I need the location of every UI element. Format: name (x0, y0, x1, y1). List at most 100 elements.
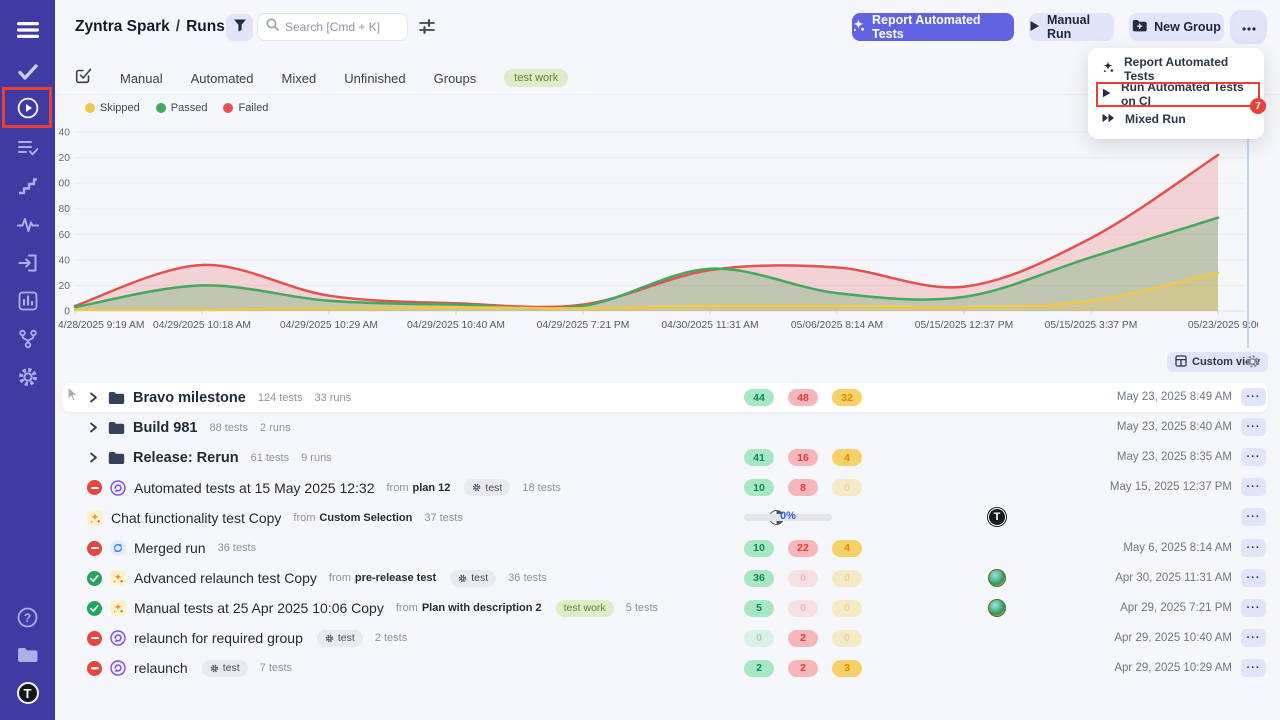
legend-skipped[interactable]: Skipped (85, 102, 140, 114)
skipped-count: 0 (832, 479, 862, 496)
skipped-count: 0 (832, 570, 862, 587)
tab-automated[interactable]: Automated (191, 71, 254, 86)
row-title[interactable]: relaunch (134, 660, 188, 676)
breadcrumb-project[interactable]: Zyntra Spark (75, 18, 170, 35)
help-icon[interactable]: ? (0, 602, 55, 632)
run-row[interactable]: Chat functionality test CopyfromCustom S… (62, 503, 1268, 532)
row-more-button[interactable]: ··· (1241, 478, 1266, 496)
annotation-badge: 7 (1250, 98, 1266, 114)
passed-count: 0 (744, 630, 774, 647)
sidebar: ? T (0, 0, 55, 720)
row-meta: 88 tests (209, 422, 248, 434)
run-row[interactable]: Automated tests at 15 May 2025 12:32from… (62, 473, 1268, 502)
branches-icon[interactable] (0, 324, 55, 354)
more-actions-button[interactable] (1233, 13, 1264, 41)
run-row[interactable]: Manual tests at 25 Apr 2025 10:06 Copyfr… (62, 594, 1268, 623)
report-sparkle-icon (1102, 61, 1114, 76)
run-row[interactable]: relaunchtest7 tests223Apr 29, 2025 10:29… (62, 654, 1268, 683)
tab-unfinished[interactable]: Unfinished (344, 71, 405, 86)
row-tag[interactable]: test (450, 570, 496, 587)
row-main: Merged run36 tests (87, 534, 256, 563)
ellipsis-icon (1242, 20, 1256, 34)
row-more-button[interactable]: ··· (1241, 629, 1266, 647)
skipped-dot-icon (85, 103, 95, 113)
row-more-button[interactable]: ··· (1241, 659, 1266, 677)
row-more-button[interactable]: ··· (1241, 418, 1266, 436)
svg-text:60: 60 (59, 230, 71, 241)
svg-text:140: 140 (58, 128, 70, 139)
row-tests-count: 5 tests (626, 602, 658, 614)
row-more-button[interactable]: ··· (1241, 569, 1266, 587)
row-more-button[interactable]: ··· (1241, 448, 1266, 466)
group-row[interactable]: Bravo milestone124 tests33 runs444832May… (62, 383, 1268, 412)
chevron-right-icon[interactable] (87, 451, 100, 464)
app-logo[interactable]: T (0, 678, 55, 708)
chevron-right-icon[interactable] (87, 421, 100, 434)
row-title[interactable]: Build 981 (133, 420, 197, 436)
passed-count: 36 (744, 570, 774, 587)
play-icon (1029, 20, 1040, 35)
passed-count: 10 (744, 540, 774, 557)
tab-mixed[interactable]: Mixed (282, 71, 317, 86)
row-more-button[interactable]: ··· (1241, 539, 1266, 557)
row-tag[interactable]: test work (556, 600, 614, 617)
chevron-right-icon[interactable] (87, 391, 100, 404)
row-more-button[interactable]: ··· (1241, 599, 1266, 617)
status-failed-icon (87, 661, 102, 676)
row-title[interactable]: Bravo milestone (133, 390, 246, 406)
row-title[interactable]: Release: Rerun (133, 450, 239, 466)
group-folder-icon (108, 421, 125, 435)
breadcrumb: Zyntra Spark/Runs (75, 18, 225, 36)
row-plan-name: pre-release test (355, 572, 436, 584)
manual-run-button[interactable]: Manual Run (1029, 13, 1114, 41)
tab-manual[interactable]: Manual (120, 71, 163, 86)
legend-passed[interactable]: Passed (156, 102, 208, 114)
filter-button[interactable] (226, 14, 253, 41)
row-more-button[interactable]: ··· (1241, 388, 1266, 406)
run-row[interactable]: relaunch for required grouptest2 tests02… (62, 624, 1268, 653)
manual-run-sparkle-icon (110, 600, 126, 616)
projects-folder-icon[interactable] (0, 640, 55, 670)
row-date: Apr 30, 2025 11:31 AM (1115, 572, 1232, 584)
row-title[interactable]: relaunch for required group (134, 630, 303, 646)
row-more-button[interactable]: ··· (1241, 508, 1266, 526)
run-row[interactable]: Merged run36 tests10224May 6, 2025 8:14 … (62, 534, 1268, 563)
row-tag[interactable]: test (202, 660, 248, 677)
svg-text:04/29/2025 10:40 AM: 04/29/2025 10:40 AM (407, 320, 505, 331)
tests-check-icon[interactable] (0, 57, 55, 87)
select-runs-icon[interactable] (75, 67, 92, 89)
passed-count: 10 (744, 479, 774, 496)
suites-list-icon[interactable] (0, 133, 55, 163)
runs-page: ? T Zyntra Spark/Runs Report Automated T… (0, 0, 1280, 720)
view-settings-gear-icon[interactable] (1245, 354, 1260, 374)
pulse-icon[interactable] (0, 210, 55, 240)
run-row[interactable]: Advanced relaunch test Copyfrompre-relea… (62, 564, 1268, 593)
skipped-count: 4 (832, 449, 862, 466)
passed-dot-icon (156, 103, 166, 113)
import-icon[interactable] (0, 248, 55, 278)
passed-count: 44 (744, 389, 774, 406)
row-title[interactable]: Advanced relaunch test Copy (134, 570, 317, 586)
search-input[interactable] (285, 20, 395, 34)
row-title[interactable]: Automated tests at 15 May 2025 12:32 (134, 480, 375, 496)
row-title[interactable]: Merged run (134, 540, 206, 556)
row-title[interactable]: Manual tests at 25 Apr 2025 10:06 Copy (134, 600, 384, 616)
menu-item-report-automated-tests[interactable]: Report Automated Tests (1088, 56, 1264, 81)
row-title[interactable]: Chat functionality test Copy (111, 510, 281, 526)
analytics-chart-icon[interactable] (0, 286, 55, 316)
tab-groups[interactable]: Groups (434, 71, 477, 86)
group-row[interactable]: Build 98188 tests2 runsMay 23, 2025 8:40… (62, 413, 1268, 442)
row-tag[interactable]: test (317, 630, 363, 647)
report-automated-tests-button[interactable]: Report Automated Tests (852, 13, 1014, 41)
settings-gear-icon[interactable] (0, 362, 55, 392)
hamburger-menu-icon[interactable] (0, 15, 55, 45)
new-group-button[interactable]: New Group (1129, 13, 1224, 41)
adjustments-icon[interactable] (419, 19, 435, 39)
tag-filter-test-work[interactable]: test work (504, 69, 568, 87)
legend-failed[interactable]: Failed (223, 102, 268, 114)
row-tag[interactable]: test (464, 479, 510, 496)
group-row[interactable]: Release: Rerun61 tests9 runs41164May 23,… (62, 443, 1268, 472)
menu-item-mixed-run[interactable]: Mixed Run (1088, 106, 1264, 131)
steps-icon[interactable] (0, 171, 55, 201)
failed-dot-icon (223, 103, 233, 113)
